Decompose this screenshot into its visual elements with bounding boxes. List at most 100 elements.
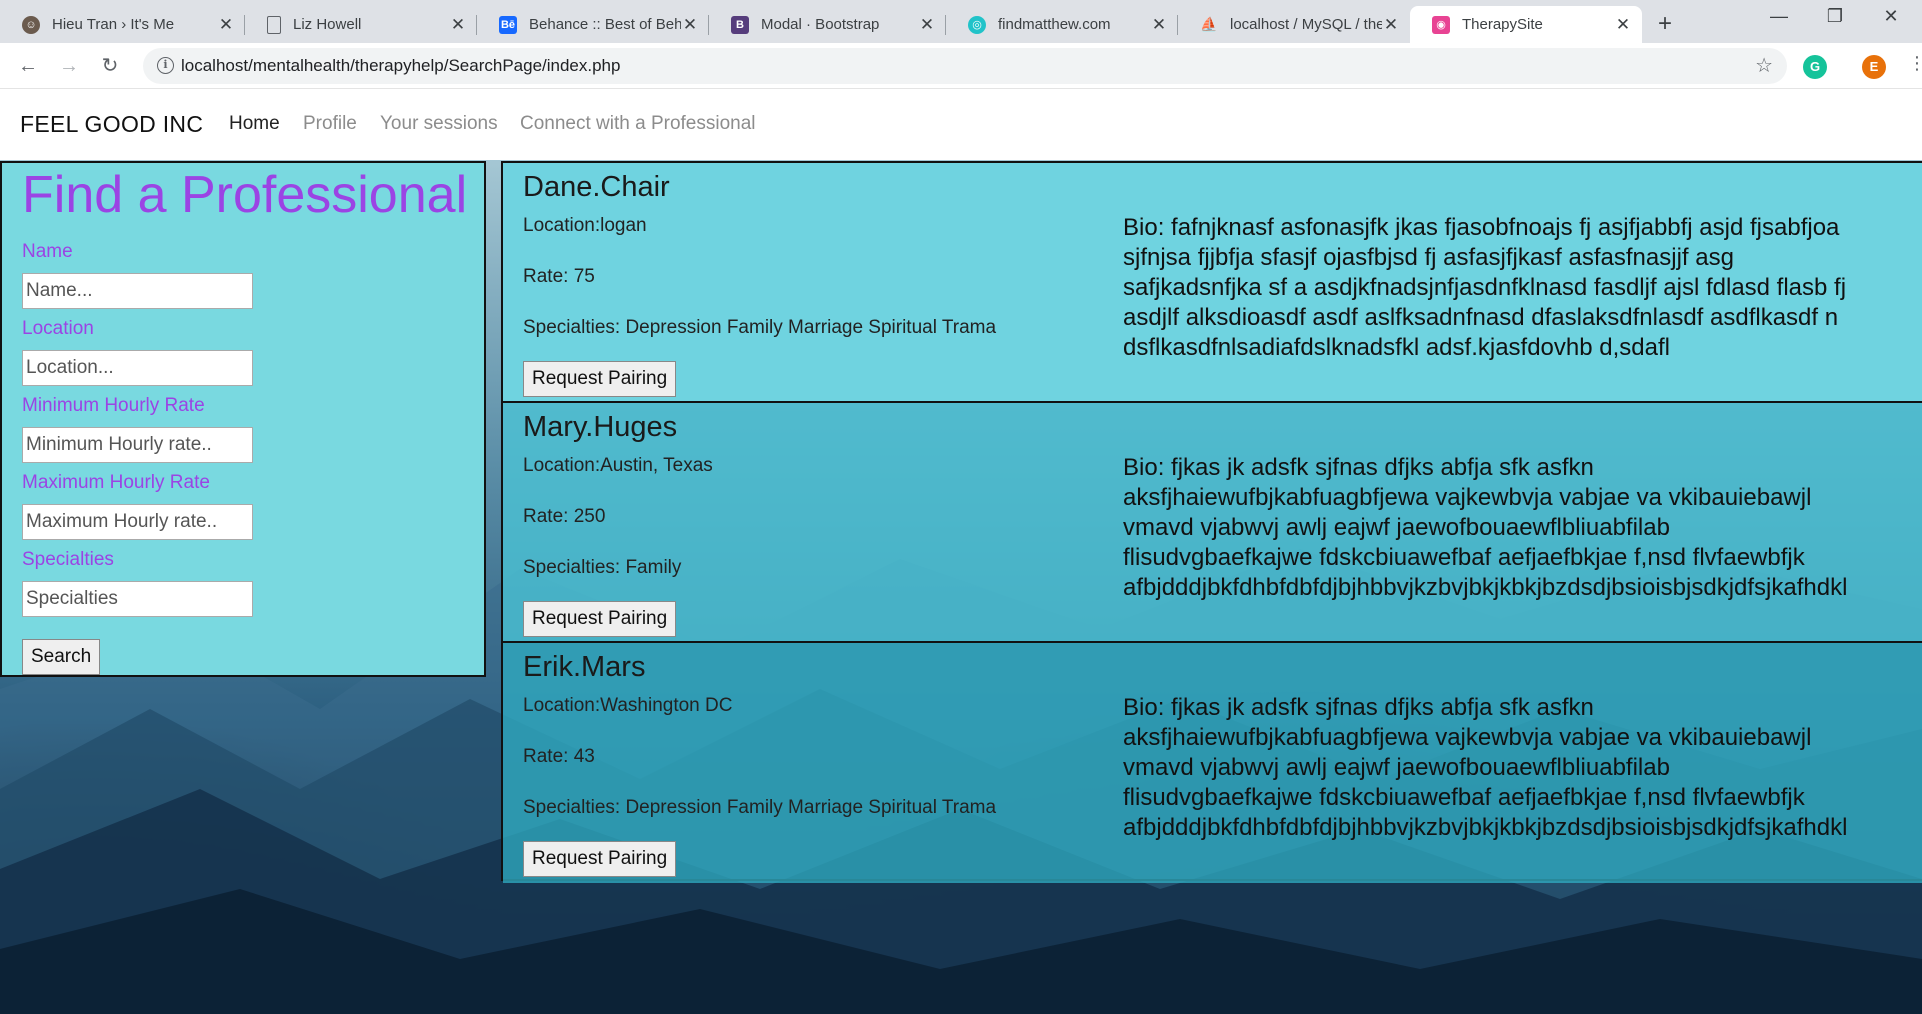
nav-connect-professional[interactable]: Connect with a Professional xyxy=(520,113,756,135)
max-rate-input[interactable] xyxy=(22,504,253,540)
restore-icon[interactable]: ❐ xyxy=(1812,6,1858,27)
phpmyadmin-icon: ⛵ xyxy=(1200,16,1218,32)
bio-line: Bio: fjkas jk adsfk sjfnas dfjks abfja s… xyxy=(1123,454,1594,481)
professional-name: Erik.Mars xyxy=(523,651,646,683)
new-tab-icon[interactable]: + xyxy=(1658,10,1672,38)
close-icon[interactable]: ✕ xyxy=(918,15,936,35)
close-icon[interactable]: ✕ xyxy=(1150,15,1168,35)
professional-location: Location:Washington DC xyxy=(523,695,733,716)
bio-line: aksfjhaiewufbjkabfuagbfjewa vajkewbvja v… xyxy=(1123,484,1812,511)
close-icon[interactable]: ✕ xyxy=(217,15,235,35)
bio-line: afbjdddjbkfdhbfdbfdjbjhbbvjkzbvjbkjkbkjb… xyxy=(1123,574,1848,601)
address-url[interactable]: localhost/mentalhealth/therapyhelp/Searc… xyxy=(181,56,620,76)
professional-card: Mary.Huges Location:Austin, Texas Rate: … xyxy=(503,403,1922,643)
bio-line: sjfnjsa fjjbfja sfasjf ojasfbjsd fj asfa… xyxy=(1123,244,1734,271)
grammarly-extension-icon[interactable]: G xyxy=(1803,55,1827,79)
site-info-icon[interactable]: i xyxy=(157,57,174,74)
browser-tab[interactable]: B Modal · Bootstrap ✕ xyxy=(709,6,946,43)
professional-bio: Bio: fafnjknasf asfonasjfk jkas fjasobfn… xyxy=(1123,213,1922,363)
professional-specialties: Specialties: Depression Family Marriage … xyxy=(523,317,997,338)
bio-line: safjkadsnfjka sf a asdjkfnadsjnfjasdnfkl… xyxy=(1123,274,1847,301)
professional-bio: Bio: fjkas jk adsfk sjfnas dfjks abfja s… xyxy=(1123,693,1922,843)
bio-line: aksfjhaiewufbjkabfuagbfjewa vajkewbvja v… xyxy=(1123,724,1812,751)
bio-line: Bio: fjkas jk adsfk sjfnas dfjks abfja s… xyxy=(1123,694,1594,721)
bio-line: asdjlf alksdioasdf asdf aslfksadnfnasd d… xyxy=(1123,304,1839,331)
bootstrap-icon: B xyxy=(731,15,749,34)
professional-specialties: Specialties: Depression Family Marriage … xyxy=(523,797,997,818)
professional-name: Mary.Huges xyxy=(523,411,678,443)
professional-location: Location:logan xyxy=(523,215,647,236)
browser-tab[interactable]: ◎ findmatthew.com ✕ xyxy=(946,6,1178,43)
professional-rate: Rate: 43 xyxy=(523,746,595,767)
bio-line: dsflkasdfnlsadiafdslknadsfkl adsf.kjasfd… xyxy=(1123,334,1670,361)
max-rate-label: Maximum Hourly Rate xyxy=(22,472,210,493)
site-brand[interactable]: FEEL GOOD INC xyxy=(20,111,203,138)
request-pairing-button[interactable]: Request Pairing xyxy=(523,841,677,877)
search-button[interactable]: Search xyxy=(22,639,101,675)
avatar-icon: ☺ xyxy=(22,15,40,34)
browser-tab-title: Behance :: Best of Beh xyxy=(529,16,681,33)
specialties-label: Specialties xyxy=(22,549,114,570)
browser-tab-title: Liz Howell xyxy=(293,16,362,33)
page-background: FEEL GOOD INC Home Profile Your sessions… xyxy=(0,89,1922,1014)
nav-profile[interactable]: Profile xyxy=(303,113,357,135)
professional-card: Erik.Mars Location:Washington DC Rate: 4… xyxy=(503,643,1922,883)
browser-tab[interactable]: ⛵ localhost / MySQL / the ✕ xyxy=(1178,6,1410,43)
professional-card: Dane.Chair Location:logan Rate: 75 Speci… xyxy=(503,163,1922,403)
browser-tab-active[interactable]: ◉ TherapySite ✕ xyxy=(1410,6,1642,43)
behance-icon: Bē xyxy=(499,15,517,34)
browser-tab[interactable]: ☺ Hieu Tran › It's Me ✕ xyxy=(0,6,245,43)
search-panel: Find a Professional Name Location Minimu… xyxy=(0,161,486,677)
globe-icon: ◎ xyxy=(968,15,986,34)
min-rate-label: Minimum Hourly Rate xyxy=(22,395,205,416)
document-icon xyxy=(267,15,281,34)
professional-name: Dane.Chair xyxy=(523,171,670,203)
professional-location: Location:Austin, Texas xyxy=(523,455,713,476)
site-navbar: FEEL GOOD INC Home Profile Your sessions… xyxy=(0,89,1922,160)
name-label: Name xyxy=(22,241,73,262)
forward-icon[interactable]: → xyxy=(55,52,83,80)
bio-line: afbjdddjbkfdhbfdbfdjbjhbbvjkzbvjbkjkbkjb… xyxy=(1123,814,1848,841)
browser-tab[interactable]: Liz Howell ✕ xyxy=(245,6,477,43)
bookmark-star-icon[interactable]: ☆ xyxy=(1755,53,1773,78)
window-close-icon[interactable]: ✕ xyxy=(1868,6,1914,27)
browser-menu-icon[interactable]: ⋮ xyxy=(1908,53,1922,74)
browser-tab[interactable]: Bē Behance :: Best of Beh ✕ xyxy=(477,6,709,43)
browser-tab-title: Hieu Tran › It's Me xyxy=(52,16,175,33)
profile-avatar[interactable]: E xyxy=(1862,55,1886,79)
min-rate-input[interactable] xyxy=(22,427,253,463)
browser-tab-title: findmatthew.com xyxy=(998,16,1111,33)
name-input[interactable] xyxy=(22,273,253,309)
browser-tab-title: localhost / MySQL / the xyxy=(1230,16,1382,33)
close-icon[interactable]: ✕ xyxy=(681,15,699,35)
reload-icon[interactable]: ↻ xyxy=(96,52,124,80)
location-label: Location xyxy=(22,318,94,339)
location-input[interactable] xyxy=(22,350,253,386)
results-list: Dane.Chair Location:logan Rate: 75 Speci… xyxy=(501,161,1922,883)
search-title: Find a Professional xyxy=(22,166,468,224)
specialties-input[interactable] xyxy=(22,581,253,617)
request-pairing-button[interactable]: Request Pairing xyxy=(523,601,677,637)
close-icon[interactable]: ✕ xyxy=(1614,15,1632,35)
nav-your-sessions[interactable]: Your sessions xyxy=(380,113,498,135)
browser-tab-title: TherapySite xyxy=(1462,16,1543,33)
bio-line: flisudvgbaefkajwe fdskcbiuawefbaf aefjae… xyxy=(1123,544,1805,571)
close-icon[interactable]: ✕ xyxy=(449,15,467,35)
browser-tabstrip: ☺ Hieu Tran › It's Me ✕ Liz Howell ✕ Bē … xyxy=(0,0,1922,43)
professional-specialties: Specialties: Family xyxy=(523,557,682,578)
nav-home[interactable]: Home xyxy=(229,113,280,135)
request-pairing-button[interactable]: Request Pairing xyxy=(523,361,677,397)
bio-line: vmavd vjabwvj awlj eajwf jaewofbouaewflb… xyxy=(1123,514,1670,541)
bio-line: flisudvgbaefkajwe fdskcbiuawefbaf aefjae… xyxy=(1123,784,1805,811)
back-icon[interactable]: ← xyxy=(14,52,42,80)
browser-toolbar: ← → ↻ i localhost/mentalhealth/therapyhe… xyxy=(0,43,1922,89)
professional-bio: Bio: fjkas jk adsfk sjfnas dfjks abfja s… xyxy=(1123,453,1922,603)
professional-rate: Rate: 75 xyxy=(523,266,595,287)
minimize-icon[interactable]: — xyxy=(1756,6,1802,27)
bio-line: vmavd vjabwvj awlj eajwf jaewofbouaewflb… xyxy=(1123,754,1670,781)
close-icon[interactable]: ✕ xyxy=(1382,15,1400,35)
browser-tab-title: Modal · Bootstrap xyxy=(761,16,880,33)
therapysite-icon: ◉ xyxy=(1432,15,1450,34)
bio-line: Bio: fafnjknasf asfonasjfk jkas fjasobfn… xyxy=(1123,214,1840,241)
address-bar[interactable]: i localhost/mentalhealth/therapyhelp/Sea… xyxy=(143,48,1787,84)
